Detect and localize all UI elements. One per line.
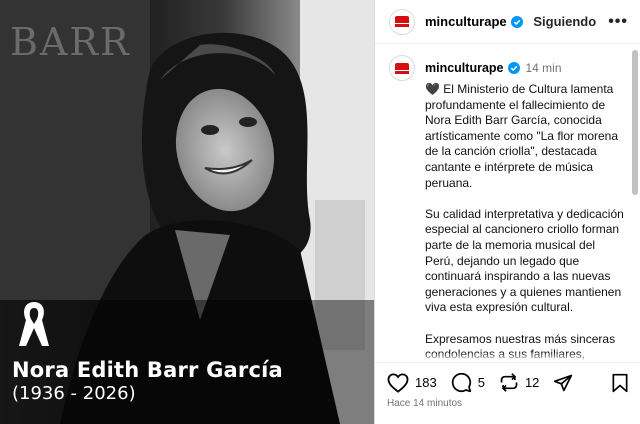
post-image[interactable]: BARR Nora Edith Barr García (1936 - 2026… [0,0,374,424]
more-options-button[interactable]: ••• [608,13,628,30]
repost-icon [500,373,518,392]
share-button[interactable] [553,373,573,393]
caption-time[interactable]: 14 min [526,61,562,75]
overlay-name: Nora Edith Barr García [12,358,283,382]
overlay-years: (1936 - 2026) [12,383,136,404]
caption-body: 🖤 El Ministerio de Cultura lamenta profu… [425,82,625,362]
like-button[interactable]: 183 [387,372,437,393]
save-button[interactable] [611,373,629,393]
caption: minculturape 14 min 🖤 El Ministerio de C… [375,45,633,362]
following-button[interactable]: Siguiendo [533,14,596,29]
header-username[interactable]: minculturape [425,14,507,29]
caption-username[interactable]: minculturape [425,61,504,75]
share-icon [554,374,573,391]
ministry-logo-icon [395,62,409,74]
caption-avatar[interactable] [389,55,415,81]
action-bar: 183 5 12 [375,362,640,402]
like-count[interactable]: 183 [415,375,437,390]
caption-paragraph: Su calidad interpretativa y dedicación e… [425,206,624,315]
caption-scrollbar[interactable] [632,50,638,195]
comment-icon [451,372,471,393]
caption-paragraph: 🖤 El Ministerio de Cultura lamenta profu… [425,82,619,190]
post-header: minculturape Siguiendo ••• [375,0,640,44]
repost-count[interactable]: 12 [525,375,539,390]
verified-badge-icon [507,62,520,74]
heart-icon [387,372,409,393]
mourning-ribbon-icon [19,302,49,346]
avatar[interactable] [389,8,415,35]
instagram-post: BARR Nora Edith Barr García (1936 - 2026… [0,0,640,424]
caption-header: minculturape 14 min [389,55,625,81]
caption-fade [375,352,633,362]
repost-button[interactable]: 12 [499,372,539,393]
bookmark-icon [612,373,628,392]
comment-button[interactable]: 5 [451,372,485,393]
ministry-logo-icon [395,16,409,27]
verified-badge-icon [510,15,523,28]
background-sign-text: BARR [10,20,131,64]
post-timestamp[interactable]: Hace 14 minutos [387,398,462,409]
post-side-panel: minculturape Siguiendo ••• minculturape … [374,0,640,424]
comment-count[interactable]: 5 [478,375,485,390]
